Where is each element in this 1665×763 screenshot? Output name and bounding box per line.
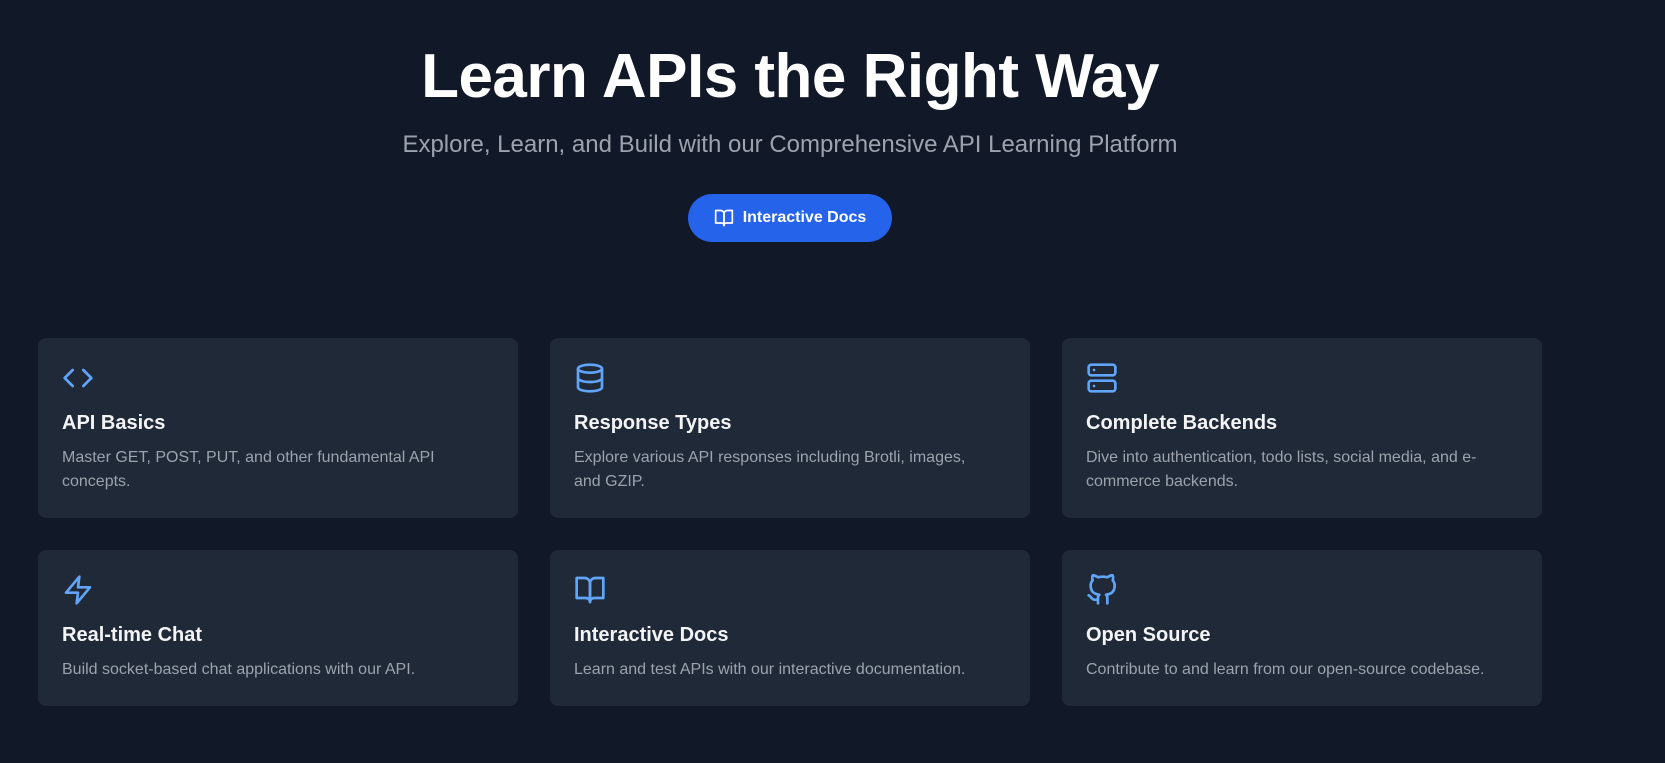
feature-card-description: Contribute to and learn from our open-so… xyxy=(1086,661,1485,678)
feature-card-real-time-chat[interactable]: Real-time Chat Build socket-based chat a… xyxy=(38,550,518,706)
book-open-icon xyxy=(574,574,606,606)
feature-card-title: API Basics xyxy=(62,412,166,434)
feature-card-title: Response Types xyxy=(574,412,732,434)
zap-icon xyxy=(62,574,94,606)
feature-card-title: Open Source xyxy=(1086,624,1211,646)
database-icon xyxy=(574,362,606,394)
feature-card-response-types[interactable]: Response Types Explore various API respo… xyxy=(550,338,1030,518)
feature-card-description: Explore various API responses including … xyxy=(574,449,966,490)
feature-card-description: Master GET, POST, PUT, and other fundame… xyxy=(62,449,435,490)
feature-card-title: Interactive Docs xyxy=(574,624,729,646)
feature-card-description: Learn and test APIs with our interactive… xyxy=(574,661,966,678)
feature-card-description: Build socket-based chat applications wit… xyxy=(62,661,416,678)
feature-card-title: Real-time Chat xyxy=(62,624,203,646)
feature-card-api-basics[interactable]: API Basics Master GET, POST, PUT, and ot… xyxy=(38,338,518,518)
code-icon xyxy=(62,362,94,394)
interactive-docs-button[interactable]: Interactive Docs xyxy=(688,194,892,242)
hero-title: Learn APIs the Right Way xyxy=(421,42,1159,111)
feature-card-interactive-docs[interactable]: Interactive Docs Learn and test APIs wit… xyxy=(550,550,1030,706)
feature-card-open-source[interactable]: Open Source Contribute to and learn from… xyxy=(1062,550,1542,706)
feature-card-complete-backends[interactable]: Complete Backends Dive into authenticati… xyxy=(1062,338,1542,518)
landing-page: Learn APIs the Right Way Explore, Learn,… xyxy=(0,0,1665,763)
github-icon xyxy=(1086,574,1118,606)
hero-subtitle: Explore, Learn, and Build with our Compr… xyxy=(402,131,1178,158)
feature-card-title: Complete Backends xyxy=(1086,412,1278,434)
book-open-icon xyxy=(714,208,734,228)
interactive-docs-button-label: Interactive Docs xyxy=(742,209,867,226)
feature-card-description: Dive into authentication, todo lists, so… xyxy=(1086,449,1477,490)
server-icon xyxy=(1086,362,1118,394)
